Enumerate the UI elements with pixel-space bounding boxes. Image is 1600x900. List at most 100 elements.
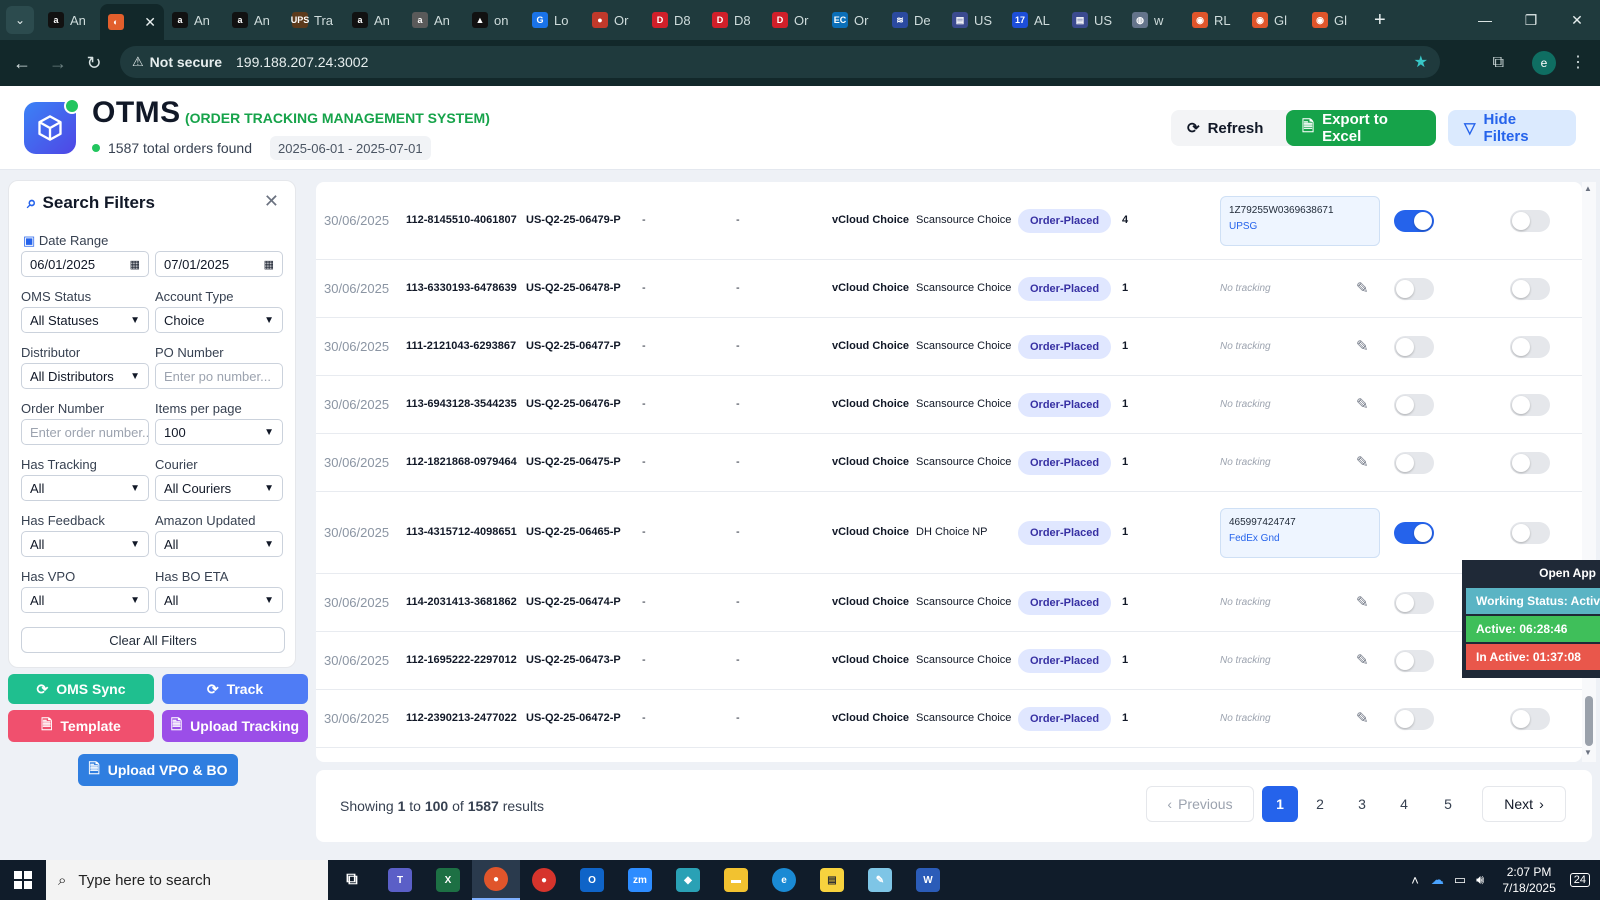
feedback-toggle[interactable] <box>1510 210 1550 232</box>
notifications-icon[interactable]: 24 <box>1569 873 1590 887</box>
browser-tab[interactable]: ◉ Gl <box>1244 4 1304 36</box>
amazon-updated-toggle[interactable] <box>1394 336 1434 358</box>
browser-tab[interactable]: EC Or <box>824 4 884 36</box>
profile-avatar[interactable]: e <box>1532 51 1556 75</box>
tracking-info[interactable]: 465997424747 FedEx Gnd <box>1220 508 1380 558</box>
browser-tab[interactable]: ◍ w <box>1124 4 1184 36</box>
browser-tab[interactable]: D D8 <box>644 4 704 36</box>
sticky-notes-icon[interactable]: ▤ <box>808 860 856 900</box>
page-number-button[interactable]: 1 <box>1262 786 1298 822</box>
feedback-toggle[interactable] <box>1510 394 1550 416</box>
export-excel-button[interactable]: 🗎 Export to Excel <box>1286 110 1436 146</box>
chrome-icon[interactable]: ● <box>472 860 520 900</box>
task-view-icon[interactable]: ⧉ <box>328 860 376 900</box>
edit-pencil-icon[interactable]: ✎ <box>1356 709 1369 727</box>
clear-all-filters-button[interactable]: Clear All Filters <box>21 627 285 653</box>
browser-tab[interactable]: UPS Tra <box>284 4 344 36</box>
template-button[interactable]: 🗎 Template <box>8 710 154 742</box>
browser-tab[interactable]: ◉ Gl <box>1304 4 1364 36</box>
new-tab-plus-icon[interactable]: + <box>1374 9 1386 32</box>
file-explorer-icon[interactable]: ▬ <box>712 860 760 900</box>
amazon-updated-toggle[interactable] <box>1394 452 1434 474</box>
track-button[interactable]: ⟳ Track <box>162 674 308 704</box>
feedback-toggle[interactable] <box>1510 522 1550 544</box>
upload-tracking-button[interactable]: 🗎 Upload Tracking <box>162 710 308 742</box>
has-bo-eta-select[interactable]: All ▼ <box>155 587 283 613</box>
browser-tab[interactable]: ◐ ✕ <box>100 4 164 40</box>
refresh-button[interactable]: ⟳ Refresh <box>1171 110 1303 146</box>
oms-status-select[interactable]: All Statuses ▼ <box>21 307 149 333</box>
back-arrow-icon[interactable]: ← <box>4 45 40 81</box>
next-page-button[interactable]: Next › <box>1482 786 1566 822</box>
amazon-updated-toggle[interactable] <box>1394 394 1434 416</box>
open-app-link[interactable]: Open App <box>1539 566 1596 580</box>
excel-icon[interactable]: X <box>424 860 472 900</box>
browser-tab[interactable]: ▤ US <box>1064 4 1124 36</box>
zoom-icon[interactable]: zm <box>616 860 664 900</box>
browser-tab[interactable]: a An <box>164 4 224 36</box>
page-number-button[interactable]: 3 <box>1344 786 1380 822</box>
browser-tab[interactable]: ◉ RL <box>1184 4 1244 36</box>
calendar-picker-icon[interactable]: ▦ <box>130 258 140 271</box>
feedback-toggle[interactable] <box>1510 452 1550 474</box>
order-number-input[interactable]: Enter order number... <box>21 419 149 445</box>
chrome-profile-icon[interactable]: ● <box>520 860 568 900</box>
date-from-input[interactable]: 06/01/2025 ▦ <box>21 251 149 277</box>
browser-tab[interactable]: a An <box>40 4 100 36</box>
oms-sync-button[interactable]: ⟳ OMS Sync <box>8 674 154 704</box>
close-icon[interactable]: ✕ <box>264 191 279 212</box>
address-bar[interactable]: ⚠ Not secure 199.188.207.24:3002 ★ <box>120 46 1440 78</box>
amazon-updated-toggle[interactable] <box>1394 210 1434 232</box>
word-icon[interactable]: W <box>904 860 952 900</box>
distributor-select[interactable]: All Distributors ▼ <box>21 363 149 389</box>
browser-tab[interactable]: G Lo <box>524 4 584 36</box>
browser-tab[interactable]: ● Or <box>584 4 644 36</box>
calendar-picker-icon[interactable]: ▦ <box>264 258 274 271</box>
browser-tab[interactable]: a An <box>344 4 404 36</box>
date-to-input[interactable]: 07/01/2025 ▦ <box>155 251 283 277</box>
edit-pencil-icon[interactable]: ✎ <box>1356 395 1369 413</box>
has-tracking-select[interactable]: All ▼ <box>21 475 149 501</box>
browser-tab[interactable]: ≋ De <box>884 4 944 36</box>
minimize-icon[interactable]: — <box>1462 0 1508 40</box>
feedback-toggle[interactable] <box>1510 708 1550 730</box>
amazon-updated-toggle[interactable] <box>1394 708 1434 730</box>
close-tab-icon[interactable]: ✕ <box>144 14 156 31</box>
page-number-button[interactable]: 5 <box>1430 786 1466 822</box>
edge-icon[interactable]: e <box>760 860 808 900</box>
previous-page-button[interactable]: ‹ Previous <box>1146 786 1254 822</box>
browser-tab[interactable]: a An <box>404 4 464 36</box>
browser-tab[interactable]: a An <box>224 4 284 36</box>
amazon-updated-select[interactable]: All ▼ <box>155 531 283 557</box>
forward-arrow-icon[interactable]: → <box>40 45 76 81</box>
extensions-puzzle-icon[interactable]: ⧉ <box>1493 54 1504 72</box>
tracking-info[interactable]: 1Z79255W0369638671 UPSG <box>1220 196 1380 246</box>
browser-menu-icon[interactable]: ⋮ <box>1570 52 1586 72</box>
close-window-icon[interactable]: ✕ <box>1554 0 1600 40</box>
bookmark-star-icon[interactable]: ★ <box>1414 52 1428 72</box>
tray-chevron-up-icon[interactable]: ˄ <box>1411 873 1419 888</box>
app-diamond-icon[interactable]: ◆ <box>664 860 712 900</box>
network-icon[interactable]: ▭ <box>1454 872 1466 888</box>
edit-pencil-icon[interactable]: ✎ <box>1356 337 1369 355</box>
po-number-input[interactable]: Enter po number... <box>155 363 283 389</box>
amazon-updated-toggle[interactable] <box>1394 522 1434 544</box>
feedback-toggle[interactable] <box>1510 336 1550 358</box>
page-number-button[interactable]: 2 <box>1302 786 1338 822</box>
reload-icon[interactable]: ↻ <box>76 45 112 81</box>
outlook-icon[interactable]: O <box>568 860 616 900</box>
account-type-select[interactable]: Choice ▼ <box>155 307 283 333</box>
courier-select[interactable]: All Couriers ▼ <box>155 475 283 501</box>
browser-tab[interactable]: ▲ on <box>464 4 524 36</box>
notepad-icon[interactable]: ✎ <box>856 860 904 900</box>
onedrive-cloud-icon[interactable]: ☁ <box>1431 872 1444 888</box>
volume-icon[interactable]: 🔊︎ <box>1476 872 1484 888</box>
edit-pencil-icon[interactable]: ✎ <box>1356 593 1369 611</box>
upload-vpo-bo-button[interactable]: 🗎 Upload VPO & BO <box>78 754 238 786</box>
scroll-up-arrow-icon[interactable]: ▲ <box>1584 184 1592 193</box>
has-vpo-select[interactable]: All ▼ <box>21 587 149 613</box>
browser-tab[interactable]: D D8 <box>704 4 764 36</box>
scrollbar-thumb[interactable] <box>1585 696 1593 746</box>
has-feedback-select[interactable]: All ▼ <box>21 531 149 557</box>
browser-tab[interactable]: D Or <box>764 4 824 36</box>
